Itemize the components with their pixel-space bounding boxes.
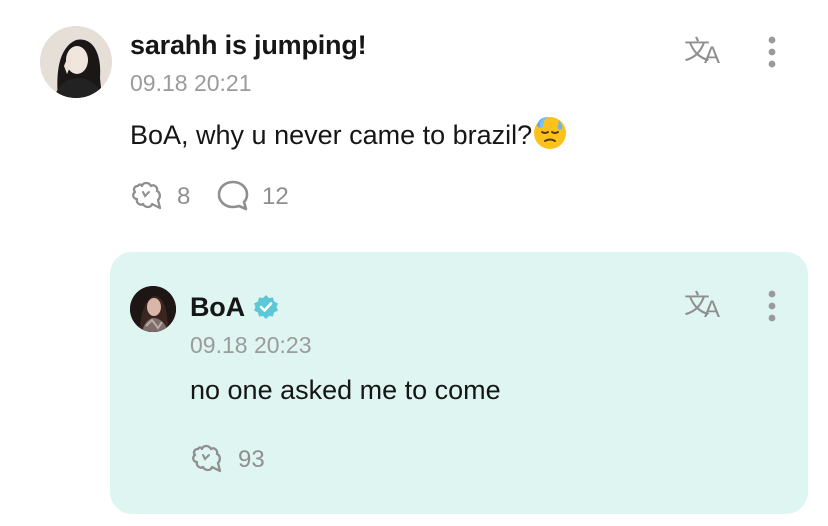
post-username[interactable]: sarahh is jumping! (130, 30, 367, 61)
post-content: BoA, why u never came to brazil? (130, 114, 568, 157)
avatar[interactable] (40, 26, 112, 98)
reply-timestamp: 09.18 20:23 (190, 332, 312, 358)
reply-avatar-photo (130, 286, 176, 332)
post-text: BoA, why u never came to brazil? (130, 120, 533, 150)
reply-username[interactable]: BoA (190, 292, 279, 327)
reply-content: no one asked me to come (190, 375, 501, 405)
comment-button[interactable] (216, 178, 250, 217)
translate-icon[interactable]: 文 A (684, 32, 728, 71)
bubble-reaction-icon (132, 181, 162, 210)
reply-reaction-button[interactable] (190, 441, 226, 480)
sweat-emoji-icon (532, 114, 568, 157)
more-options-icon[interactable] (764, 36, 780, 75)
reaction-count: 8 (177, 183, 191, 210)
reaction-button[interactable] (130, 178, 166, 217)
svg-text:A: A (704, 296, 720, 320)
comment-icon (217, 180, 249, 211)
reply-translate-icon[interactable]: 文 A (684, 286, 728, 325)
comment-count: 12 (262, 183, 289, 210)
svg-text:A: A (704, 42, 720, 66)
avatar-photo (40, 26, 112, 98)
reply-username-text: BoA (190, 292, 244, 322)
bubble-reaction-icon (192, 444, 222, 473)
reply-avatar[interactable] (130, 286, 176, 332)
reply-reaction-count: 93 (238, 446, 265, 473)
verified-badge-icon (253, 294, 279, 327)
reply-more-options-icon[interactable] (764, 290, 780, 329)
post-timestamp: 09.18 20:21 (130, 70, 252, 96)
